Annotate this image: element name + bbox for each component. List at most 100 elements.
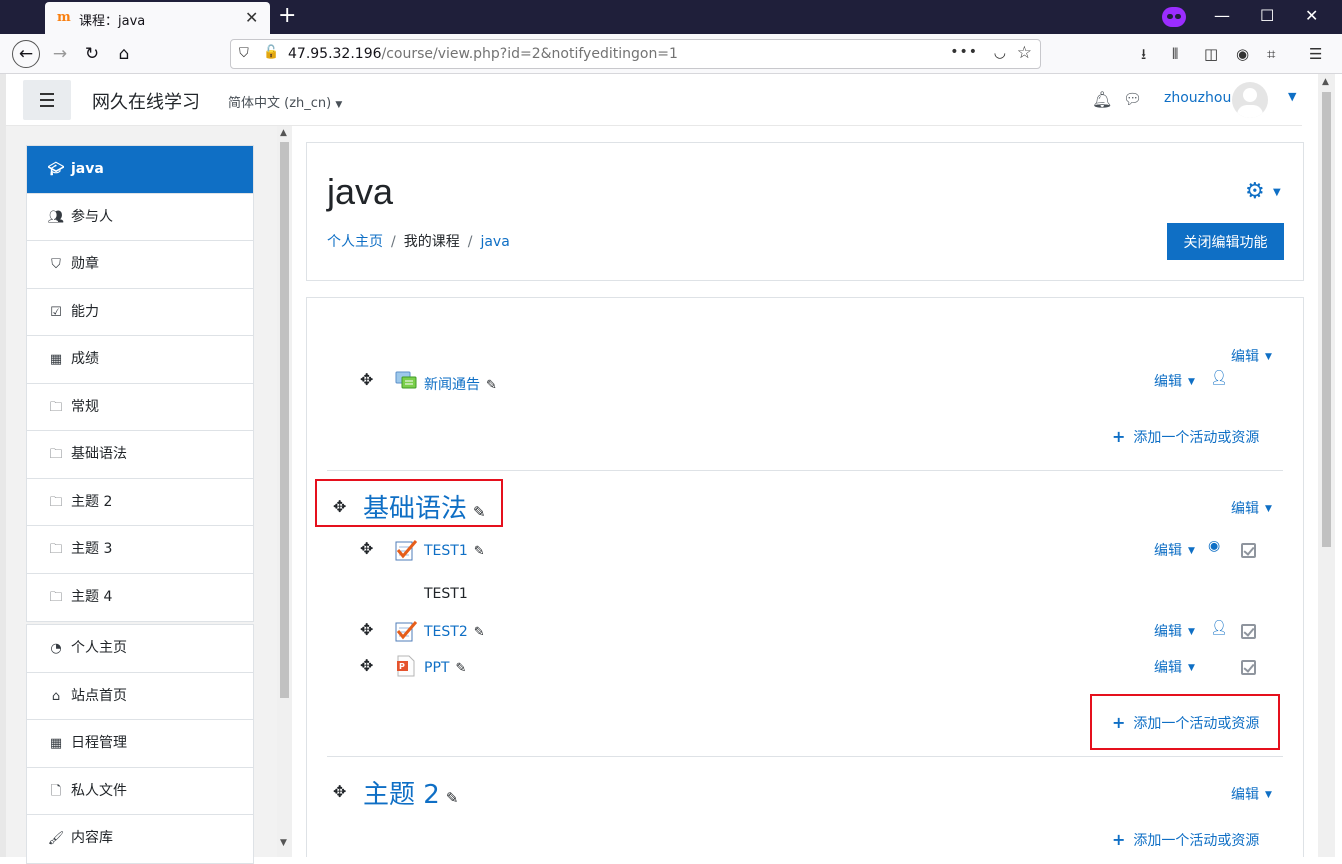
reload-icon[interactable]: ↻: [78, 40, 106, 68]
nav-item-java[interactable]: 🎓︎ java: [27, 146, 253, 194]
completion-checkbox-icon[interactable]: [1241, 660, 1256, 675]
pencil-icon[interactable]: ✎: [474, 544, 485, 559]
completion-checkbox-icon[interactable]: [1241, 543, 1256, 558]
maximize-icon[interactable]: ☐: [1260, 6, 1274, 26]
section-title-2[interactable]: 主题 2 ✎: [363, 774, 458, 811]
close-tab-icon[interactable]: ✕: [245, 8, 258, 27]
user-icon[interactable]: 👤︎: [1210, 370, 1228, 386]
nav-item-badges[interactable]: ⛉ 勋章: [27, 241, 253, 289]
edit-label: 编辑: [1231, 501, 1259, 517]
tracking-shield-icon[interactable]: ⛉: [239, 46, 249, 61]
avatar[interactable]: [1232, 82, 1268, 118]
site-name[interactable]: 网久在线学习: [92, 88, 200, 114]
user-icon[interactable]: 👤︎: [1210, 620, 1228, 636]
activity-file-ppt[interactable]: PPT ✎: [424, 660, 466, 676]
gear-icon[interactable]: ⚙: [1245, 179, 1265, 204]
move-icon[interactable]: ✥: [360, 656, 373, 675]
scroll-up-icon[interactable]: ▲: [280, 128, 287, 138]
user-menu-caret-icon[interactable]: ▼: [1288, 90, 1296, 103]
user-menu-name[interactable]: zhouzhou: [1164, 90, 1231, 106]
url-host: 47.95.32.196: [288, 46, 382, 62]
url-text[interactable]: 47.95.32.196/course/view.php?id=2&notify…: [288, 46, 678, 62]
home-icon[interactable]: ⌂: [110, 40, 138, 68]
downloads-icon[interactable]: ⭳: [1141, 45, 1146, 63]
forward-icon[interactable]: →: [46, 40, 74, 68]
add-activity-label: 添加一个活动或资源: [1133, 430, 1260, 446]
nav-item-section-3[interactable]: 🗀 主题 3: [27, 526, 253, 574]
insecure-lock-icon[interactable]: 🔓: [263, 45, 279, 60]
nav-item-dashboard[interactable]: ◔ 个人主页: [27, 625, 253, 673]
drawer-toggle-button[interactable]: [23, 80, 71, 120]
back-icon[interactable]: ←: [12, 40, 40, 68]
scroll-up-icon[interactable]: ▲: [1322, 77, 1329, 87]
add-activity-link[interactable]: + 添加一个活动或资源: [1112, 830, 1259, 850]
nav-item-section-1[interactable]: 🗀 基础语法: [27, 431, 253, 479]
edit-label: 编辑: [1154, 374, 1182, 390]
nav-item-label: 主题 2: [71, 493, 113, 510]
nav-item-private-files[interactable]: 🗋 私人文件: [27, 768, 253, 815]
bookmark-star-icon[interactable]: ☆: [1017, 43, 1032, 63]
address-bar[interactable]: ⛉ 🔓 47.95.32.196/course/view.php?id=2&no…: [230, 39, 1041, 69]
menu-icon[interactable]: ☰: [1309, 45, 1322, 63]
move-icon[interactable]: ✥: [360, 370, 373, 389]
activity-edit-menu[interactable]: 编辑 ▼: [1154, 371, 1195, 391]
check-square-icon: ☑: [50, 304, 62, 320]
activity-quiz-test2[interactable]: TEST2 ✎: [424, 624, 485, 640]
nav-item-participants[interactable]: 👥︎ 参与人: [27, 194, 253, 241]
nav-item-grades[interactable]: ▦ 成绩: [27, 336, 253, 384]
move-icon[interactable]: ✥: [360, 539, 373, 558]
graduation-cap-icon: 🎓︎: [47, 162, 65, 177]
browser-tab[interactable]: m 课程：java ✕: [45, 2, 270, 34]
activity-quiz-test1[interactable]: TEST1 ✎: [424, 543, 485, 559]
nav-item-competencies[interactable]: ☑ 能力: [27, 289, 253, 336]
sidebar-icon[interactable]: ◫: [1204, 45, 1218, 63]
minimize-icon[interactable]: —: [1214, 6, 1230, 26]
user-circle-icon[interactable]: ◉: [1208, 538, 1220, 554]
nav-item-section-2[interactable]: 🗀 主题 2: [27, 479, 253, 526]
add-activity-link[interactable]: + 添加一个活动或资源: [1112, 427, 1259, 447]
activity-edit-menu[interactable]: 编辑 ▼: [1154, 621, 1195, 641]
activity-edit-menu[interactable]: 编辑 ▼: [1154, 657, 1195, 677]
section-title-text: 主题 2: [363, 780, 440, 810]
page-actions-icon[interactable]: •••: [950, 44, 978, 60]
pencil-icon[interactable]: ✎: [474, 625, 485, 640]
nav-item-calendar[interactable]: ▦ 日程管理: [27, 720, 253, 768]
extensions-icon[interactable]: ⌗: [1267, 45, 1275, 63]
pocket-icon[interactable]: ◡: [994, 45, 1006, 61]
scroll-down-icon[interactable]: ▼: [280, 838, 287, 848]
account-icon[interactable]: ◉: [1236, 45, 1249, 63]
pencil-icon[interactable]: ✎: [446, 789, 459, 807]
nav-item-general[interactable]: 🗀 常规: [27, 384, 253, 431]
completion-checkbox-icon[interactable]: [1241, 624, 1256, 639]
home-icon: ⌂: [51, 688, 61, 704]
breadcrumb-course-link[interactable]: java: [480, 234, 509, 250]
notifications-bell-icon[interactable]: 🔔︎: [1092, 90, 1112, 109]
page-scrollbar[interactable]: ▲: [1318, 74, 1335, 857]
nav-item-content-bank[interactable]: 🖌︎ 内容库: [27, 815, 253, 863]
nav-item-section-4[interactable]: 🗀 主题 4: [27, 574, 253, 622]
new-tab-icon[interactable]: +: [278, 4, 296, 28]
drawer-scrollbar[interactable]: ▲ ▼: [277, 126, 292, 857]
activity-edit-menu[interactable]: 编辑 ▼: [1154, 540, 1195, 560]
drawer-scroll-thumb[interactable]: [280, 142, 289, 698]
breadcrumb-home-link[interactable]: 个人主页: [327, 234, 383, 250]
section-edit-menu[interactable]: 编辑 ▼: [1231, 784, 1272, 804]
move-icon[interactable]: ✥: [360, 620, 373, 639]
nav-item-label: 参与人: [71, 208, 113, 225]
page-scroll-thumb[interactable]: [1322, 92, 1331, 547]
library-icon[interactable]: ⫴: [1172, 45, 1178, 63]
nav-item-label: 基础语法: [71, 446, 127, 462]
activity-news-forum[interactable]: 新闻通告 ✎: [424, 374, 497, 394]
language-menu[interactable]: 简体中文 (zh_cn) ▼: [228, 92, 342, 111]
nav-item-site-home[interactable]: ⌂ 站点首页: [27, 673, 253, 720]
section-edit-menu[interactable]: 编辑 ▼: [1231, 346, 1272, 366]
messages-icon[interactable]: 💬︎: [1123, 90, 1142, 108]
window-close-icon[interactable]: ✕: [1305, 6, 1318, 26]
chevron-down-icon[interactable]: ▼: [1273, 187, 1281, 198]
section-edit-menu[interactable]: 编辑 ▼: [1231, 498, 1272, 518]
move-icon[interactable]: ✥: [333, 782, 346, 801]
pencil-icon[interactable]: ✎: [455, 661, 466, 676]
pencil-icon[interactable]: ✎: [486, 378, 497, 393]
turn-editing-off-button[interactable]: 关闭编辑功能: [1167, 223, 1284, 260]
chevron-down-icon: ▼: [1188, 377, 1195, 387]
